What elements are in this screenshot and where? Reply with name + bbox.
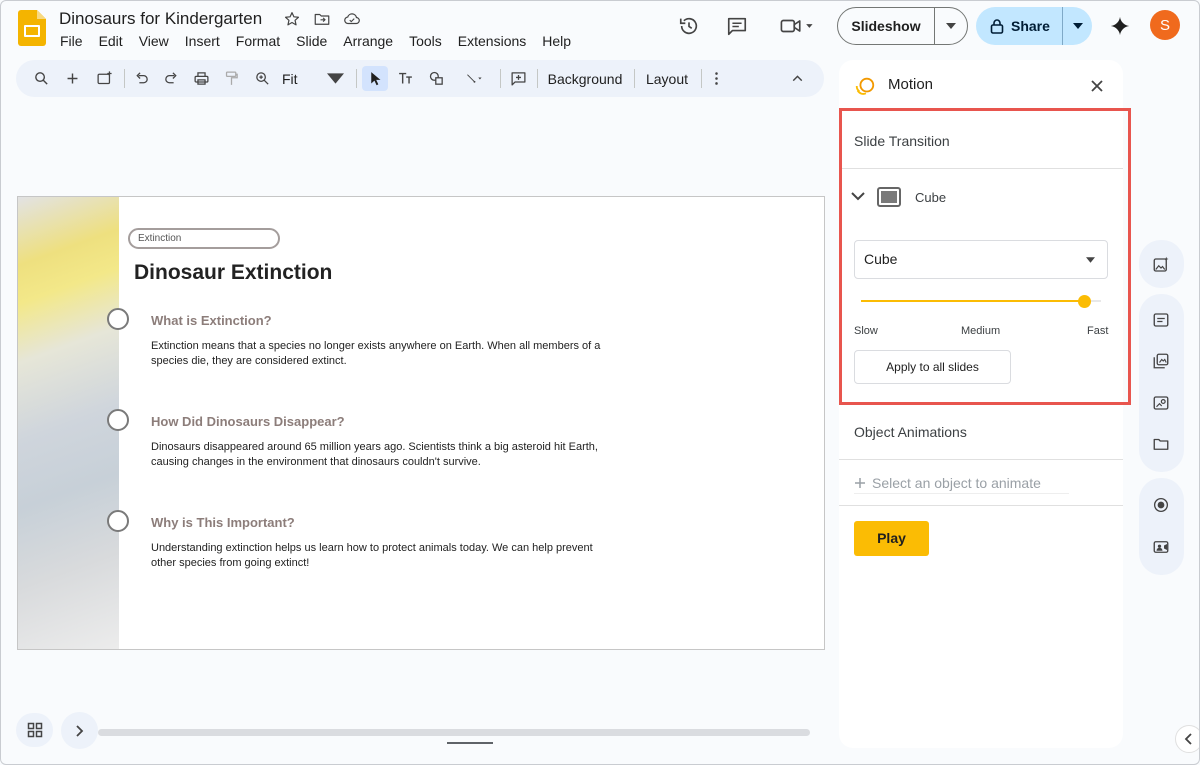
zoom-dropdown-icon [327,73,344,84]
share-dropdown-icon[interactable] [1063,23,1092,29]
undo-icon[interactable] [130,66,152,91]
menu-edit[interactable]: Edit [91,32,131,50]
object-animations-heading: Object Animations [854,424,967,440]
slides-logo-icon[interactable] [18,10,46,46]
line-tool-icon[interactable] [454,66,494,91]
record-icon[interactable] [1151,495,1171,515]
search-menus-icon[interactable] [30,66,52,91]
lock-icon [990,19,1004,34]
move-to-folder-icon[interactable] [313,10,331,28]
section-body[interactable]: Extinction means that a species no longe… [151,339,631,369]
menu-insert[interactable]: Insert [177,32,228,50]
plus-icon [855,477,865,488]
select-object-button[interactable]: Select an object to animate [854,472,1069,494]
menu-tools[interactable]: Tools [401,32,450,50]
chevron-right-icon [75,724,83,737]
select-tool-icon[interactable] [362,66,388,91]
zoom-value: Fit [282,70,298,87]
insert-comment-icon[interactable] [506,66,530,91]
horizontal-scrollbar[interactable] [98,729,810,736]
background-button[interactable]: Background [543,66,627,91]
motion-panel-title: Motion [888,76,934,93]
share-button[interactable]: Share [976,7,1092,45]
collapse-toolbar-icon[interactable] [786,66,808,91]
generate-image-icon[interactable] [1151,255,1171,275]
menu-arrange[interactable]: Arrange [335,32,401,50]
share-label: Share [1011,18,1050,34]
layout-button[interactable]: Layout [640,66,694,91]
section-body[interactable]: Dinosaurs disappeared around 65 million … [151,440,611,470]
assets-icon[interactable] [1151,393,1171,413]
resize-handle[interactable] [447,742,493,744]
rail-group [1139,478,1184,575]
document-title[interactable]: Dinosaurs for Kindergarten [59,9,262,29]
slide-decorative-strip [18,197,119,649]
toolbar: Fit Background Layout [16,60,824,97]
menu-extensions[interactable]: Extensions [450,32,534,50]
menu-slide[interactable]: Slide [288,32,335,50]
menu-format[interactable]: Format [228,32,288,50]
slide-canvas[interactable]: Extinction Dinosaur Extinction What is E… [17,196,825,650]
redo-icon[interactable] [160,66,182,91]
play-button[interactable]: Play [854,521,929,556]
shape-icon[interactable] [424,66,448,91]
menu-file[interactable]: File [52,32,91,50]
avatar[interactable]: S [1150,10,1180,40]
slideshow-label[interactable]: Slideshow [838,8,935,44]
new-slide-icon[interactable] [61,66,83,91]
section-heading[interactable]: How Did Dinosaurs Disappear? [151,414,345,429]
slide-title[interactable]: Dinosaur Extinction [134,261,332,285]
motion-icon [855,77,875,95]
speaker-notes-icon[interactable] [1151,310,1171,330]
bullet-circle [107,308,129,330]
bullet-circle [107,510,129,532]
video-presenter-icon[interactable] [1151,537,1171,557]
select-object-label: Select an object to animate [872,474,1041,491]
meet-icon[interactable] [776,14,818,38]
highlight-box [839,108,1131,405]
menu-help[interactable]: Help [534,32,579,50]
bullet-circle [107,409,129,431]
filmstrip-toggle-button[interactable] [61,712,98,749]
new-slide-layout-icon[interactable] [92,66,116,91]
zoom-icon[interactable] [251,66,273,91]
layout-label: Layout [645,70,689,87]
close-icon[interactable] [1090,79,1104,93]
title-icons [283,10,361,28]
section-heading[interactable]: What is Extinction? [151,313,272,328]
text-box-icon[interactable] [393,66,417,91]
folder-icon[interactable] [1151,434,1171,454]
print-icon[interactable] [190,66,212,91]
version-history-icon[interactable] [677,14,701,38]
menu-view[interactable]: View [131,32,177,50]
section-heading[interactable]: Why is This Important? [151,515,295,530]
chevron-left-icon [1184,733,1192,745]
grid-view-icon [27,722,42,738]
slide-tag[interactable]: Extinction [128,228,280,249]
paint-format-icon[interactable] [220,66,242,91]
zoom-select[interactable]: Fit [278,66,348,91]
section-body[interactable]: Understanding extinction helps us learn … [151,541,596,571]
side-panel-collapse-button[interactable] [1175,725,1200,753]
grid-view-button[interactable] [16,713,53,747]
gemini-sparkle-icon[interactable] [1108,14,1132,38]
comments-icon[interactable] [725,14,749,38]
stock-images-icon[interactable] [1151,351,1171,371]
slideshow-button[interactable]: Slideshow [837,7,968,45]
cloud-saved-icon[interactable] [343,10,361,28]
slideshow-dropdown-icon[interactable] [935,23,967,29]
more-options-icon[interactable] [706,66,726,91]
menu-bar: File Edit View Insert Format Slide Arran… [52,32,579,50]
background-label: Background [547,70,623,87]
star-icon[interactable] [283,10,301,28]
